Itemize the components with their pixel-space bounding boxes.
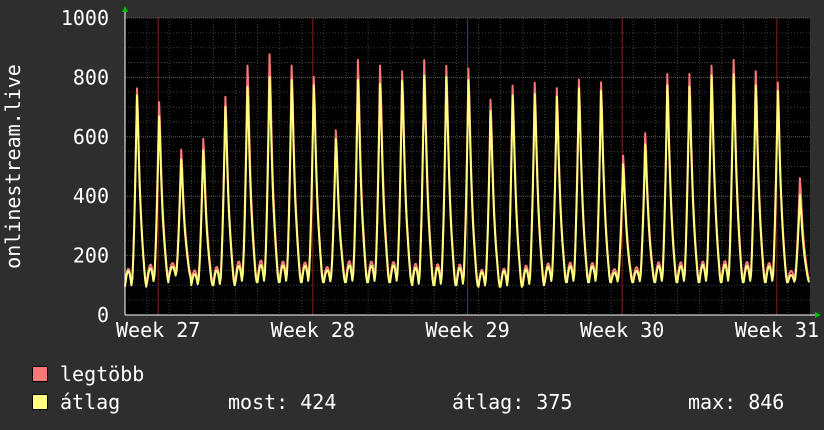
stat-now: most: 424	[228, 390, 337, 414]
y-tick-label: 1000	[61, 6, 109, 30]
y-tick-label: 0	[97, 303, 109, 327]
y-tick-label: 200	[73, 244, 109, 268]
y-tick-label: 600	[73, 125, 109, 149]
legend-max-row: legtöbb	[32, 362, 144, 386]
y-axis-arrow	[122, 6, 128, 12]
y-tick-label: 400	[73, 184, 109, 208]
x-tick-label: Week 28	[271, 318, 355, 342]
legend-avg-row: átlag	[32, 390, 120, 414]
stat-average: átlag: 375	[452, 390, 573, 414]
traffic-chart: 0 200 400 600 800 1000 Week 27 Week 28 Week 29 We…	[1, 6, 821, 342]
x-tick-label: Week 29	[425, 318, 509, 342]
legend-max-swatch	[32, 366, 48, 382]
x-tick-label: Week 27	[116, 318, 200, 342]
y-axis-label: onlinestream.live	[1, 64, 25, 269]
stat-max: max: 846	[688, 390, 785, 414]
legend-avg-label: átlag	[60, 390, 121, 414]
x-tick-label: Week 31	[735, 318, 819, 342]
y-tick-label: 800	[73, 65, 109, 89]
x-tick-label: Week 30	[580, 318, 664, 342]
legend-avg-swatch	[32, 394, 48, 410]
legend-max-label: legtöbb	[60, 362, 145, 386]
